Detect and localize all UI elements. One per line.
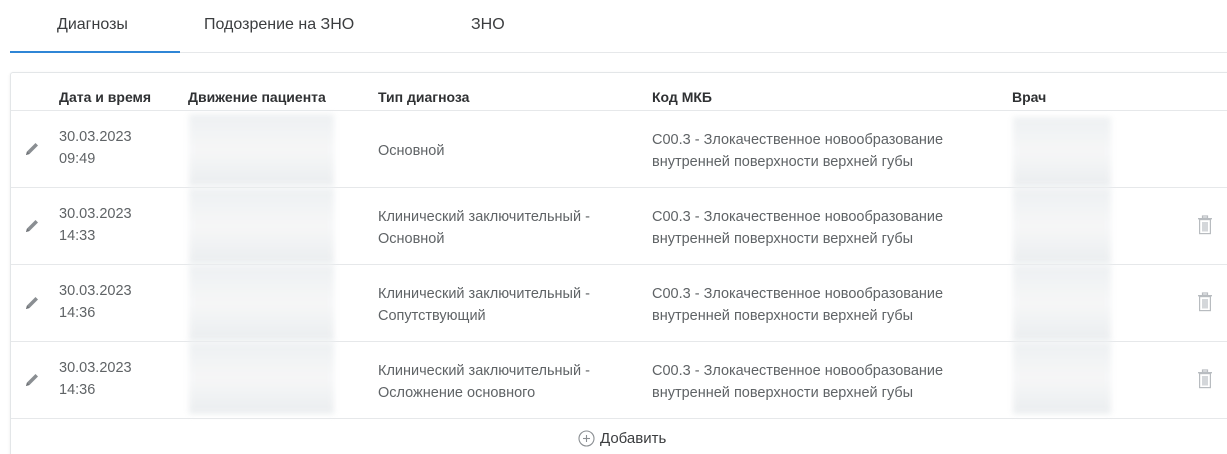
table-row: 30.03.2023 14:33 Клинический заключитель… — [11, 188, 1227, 265]
trash-icon[interactable] — [1197, 215, 1213, 235]
row-type: Клинический заключительный - Сопутствующ… — [378, 283, 646, 327]
row-time: 14:33 — [59, 228, 96, 244]
pencil-icon[interactable] — [23, 294, 41, 312]
movement-redacted — [189, 114, 334, 186]
row-type: Клинический заключительный - Основной — [378, 206, 646, 250]
row-time: 14:36 — [59, 382, 96, 398]
movement-redacted — [189, 188, 334, 264]
active-tab-indicator — [10, 51, 180, 53]
diagnoses-screen: Диагнозы Подозрение на ЗНО ЗНО Дата и вр… — [0, 0, 1227, 454]
row-code-line2: внутренней поверхности верхней губы — [652, 385, 914, 401]
table-header: Дата и время Движение пациента Тип диагн… — [11, 73, 1227, 111]
row-type-line1: Клинический заключительный - — [378, 209, 590, 225]
row-code: C00.3 - Злокачественное новообразование … — [652, 206, 1012, 250]
row-code-line1: C00.3 - Злокачественное новообразование — [652, 132, 944, 148]
tab-diagnoses[interactable]: Диагнозы — [57, 16, 128, 34]
row-date: 30.03.2023 — [59, 360, 132, 376]
tab-zno[interactable]: ЗНО — [471, 16, 505, 34]
doctor-redacted — [1013, 188, 1111, 264]
row-type-line2: Основной — [378, 231, 445, 247]
row-datetime: 30.03.2023 14:36 — [59, 280, 169, 324]
trash-icon[interactable] — [1197, 369, 1213, 389]
pencil-icon[interactable] — [23, 217, 41, 235]
row-date: 30.03.2023 — [59, 283, 132, 299]
row-date: 30.03.2023 — [59, 129, 132, 145]
row-code-line1: C00.3 - Злокачественное новообразование — [652, 209, 944, 225]
row-type-line1: Клинический заключительный - — [378, 363, 590, 379]
row-code-line1: C00.3 - Злокачественное новообразование — [652, 363, 944, 379]
column-header-code: Код МКБ — [652, 89, 712, 105]
row-datetime: 30.03.2023 14:36 — [59, 357, 169, 401]
pencil-icon[interactable] — [23, 371, 41, 389]
row-type: Клинический заключительный - Осложнение … — [378, 360, 646, 404]
movement-redacted — [189, 342, 334, 414]
trash-icon[interactable] — [1197, 292, 1213, 312]
column-header-movement: Движение пациента — [188, 89, 326, 105]
row-type: Основной — [378, 140, 646, 162]
add-label: Добавить — [600, 429, 667, 447]
row-type-line1: Клинический заключительный - — [378, 286, 590, 302]
pencil-icon[interactable] — [23, 140, 41, 158]
row-datetime: 30.03.2023 09:49 — [59, 126, 169, 170]
row-code: C00.3 - Злокачественное новообразование … — [652, 360, 1012, 404]
row-code-line2: внутренней поверхности верхней губы — [652, 154, 914, 170]
row-type-line2: Сопутствующий — [378, 308, 486, 324]
row-code-line1: C00.3 - Злокачественное новообразование — [652, 286, 944, 302]
tab-bar: Диагнозы Подозрение на ЗНО ЗНО — [10, 0, 1227, 53]
row-code-line2: внутренней поверхности верхней губы — [652, 308, 914, 324]
row-time: 14:36 — [59, 305, 96, 321]
plus-circle-icon — [578, 429, 595, 447]
row-time: 09:49 — [59, 151, 96, 167]
row-code: C00.3 - Злокачественное новообразование … — [652, 129, 1012, 173]
column-header-type: Тип диагноза — [378, 89, 470, 105]
row-code: C00.3 - Злокачественное новообразование … — [652, 283, 1012, 327]
row-date: 30.03.2023 — [59, 206, 132, 222]
doctor-redacted — [1013, 117, 1111, 187]
doctor-redacted — [1013, 342, 1111, 414]
row-type-line2: Осложнение основного — [378, 385, 536, 401]
table-row: 30.03.2023 14:36 Клинический заключитель… — [11, 265, 1227, 342]
row-type-line1: Основной — [378, 143, 445, 159]
tab-zno-suspicion[interactable]: Подозрение на ЗНО — [204, 16, 354, 34]
table-row: 30.03.2023 14:36 Клинический заключитель… — [11, 342, 1227, 419]
column-header-date: Дата и время — [59, 89, 152, 105]
add-diagnosis-button[interactable]: Добавить — [578, 428, 666, 448]
row-datetime: 30.03.2023 14:33 — [59, 203, 169, 247]
column-header-doctor: Врач — [1012, 89, 1047, 105]
row-code-line2: внутренней поверхности верхней губы — [652, 231, 914, 247]
movement-redacted — [189, 265, 334, 341]
diagnoses-table: Дата и время Движение пациента Тип диагн… — [10, 72, 1227, 454]
doctor-redacted — [1013, 265, 1111, 341]
table-row: 30.03.2023 09:49 Основной C00.3 - Злокач… — [11, 111, 1227, 188]
